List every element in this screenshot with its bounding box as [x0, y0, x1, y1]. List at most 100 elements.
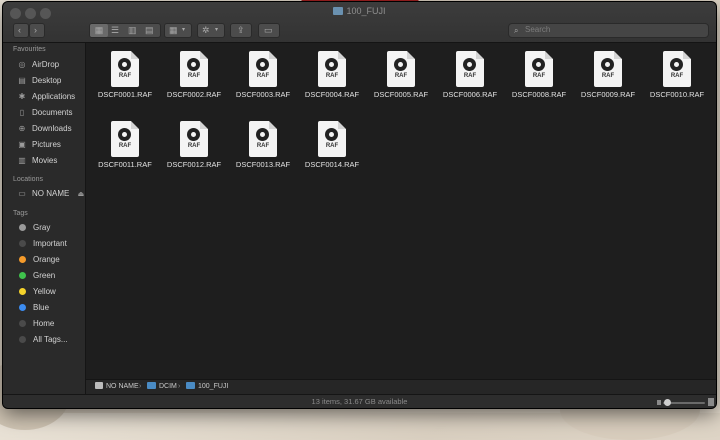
sidebar-item-label: NO NAME: [32, 189, 70, 198]
file-item[interactable]: RAF DSCF0002.RAF: [160, 47, 228, 109]
aperture-icon: [601, 58, 614, 71]
search-field[interactable]: ⌕ Search: [508, 23, 709, 38]
path-segment-dcim[interactable]: DCIM: [147, 380, 177, 394]
folder-icon: [333, 7, 344, 15]
file-item[interactable]: RAF DSCF0004.RAF: [298, 47, 366, 109]
file-item[interactable]: RAF DSCF0005.RAF: [367, 47, 435, 109]
sidebar-tag-orange[interactable]: Orange: [17, 254, 60, 266]
sidebar-item-airdrop[interactable]: ◎ AirDrop: [17, 59, 60, 71]
large-icon-size-icon: [708, 398, 714, 406]
back-button[interactable]: ‹: [13, 23, 29, 38]
sidebar-tag-blue[interactable]: Blue: [17, 302, 49, 314]
sidebar-item-pictures[interactable]: ▣ Pictures: [17, 139, 61, 151]
path-segment-label: DCIM: [159, 383, 177, 390]
tag-color-dot: [19, 320, 26, 327]
file-extension-label: RAF: [256, 143, 270, 149]
sidebar-item-label: Downloads: [32, 124, 72, 133]
sidebar-item-movies[interactable]: ▥ Movies: [17, 155, 57, 167]
sidebar-item-no-name[interactable]: ▭ NO NAME ⏏: [17, 188, 84, 200]
pictures-icon: ▣: [18, 140, 26, 149]
path-segment-100-fuji[interactable]: 100_FUJI: [186, 380, 228, 394]
icon-size-slider[interactable]: [663, 399, 705, 406]
sidebar-tag-gray[interactable]: Gray: [17, 222, 50, 234]
edit-tags-button[interactable]: ▭: [258, 23, 280, 38]
aperture-icon: [256, 128, 269, 141]
raf-file-icon: RAF: [249, 51, 277, 87]
sidebar-tag-home[interactable]: Home: [17, 318, 54, 330]
raf-file-icon: RAF: [387, 51, 415, 87]
sidebar-item-label: Green: [33, 271, 56, 280]
desktop-icon: ▤: [18, 76, 26, 85]
drive-icon: ▭: [18, 189, 26, 198]
tag-icon: ▭: [264, 25, 273, 35]
column-view-icon[interactable]: ▥: [128, 24, 137, 37]
sidebar-tag-important[interactable]: Important: [17, 238, 67, 250]
gallery-view-icon[interactable]: ▤: [145, 24, 154, 37]
sidebar-tag-yellow[interactable]: Yellow: [17, 286, 56, 298]
folder-icon: [186, 382, 195, 389]
finder-window: 100_FUJI ‹ › ▦ ☰ ▥ ▤ ▦ ▾ ✲ ▾ ⇪ ▭ ⌕ Searc…: [3, 2, 716, 408]
airdrop-icon: ◎: [18, 60, 26, 69]
file-extension-label: RAF: [187, 143, 201, 149]
forward-button[interactable]: ›: [29, 23, 45, 38]
chevron-down-icon: ▾: [182, 27, 186, 33]
sidebar-tag-green[interactable]: Green: [17, 270, 55, 282]
file-name: DSCF0006.RAF: [442, 90, 498, 99]
file-item[interactable]: RAF DSCF0001.RAF: [91, 47, 159, 109]
sidebar-item-label: Gray: [33, 223, 51, 232]
tag-color-dot: [19, 240, 26, 247]
tag-color-dot: [19, 272, 26, 279]
file-name: DSCF0011.RAF: [98, 160, 152, 169]
toolbar: 100_FUJI ‹ › ▦ ☰ ▥ ▤ ▦ ▾ ✲ ▾ ⇪ ▭ ⌕ Searc…: [3, 2, 716, 43]
sidebar-item-applications[interactable]: ✱ Applications: [17, 91, 76, 103]
sidebar-item-label: Documents: [32, 108, 73, 117]
file-extension-label: RAF: [118, 143, 132, 149]
file-name: DSCF0013.RAF: [235, 160, 291, 169]
path-segment-no-name[interactable]: NO NAME: [95, 380, 139, 394]
gear-icon: ✲: [202, 25, 210, 35]
file-item[interactable]: RAF DSCF0008.RAF: [505, 47, 573, 109]
file-item[interactable]: RAF DSCF0011.RAF: [91, 117, 159, 179]
action-button[interactable]: ✲ ▾: [197, 23, 225, 38]
eject-icon[interactable]: ⏏: [78, 191, 85, 198]
documents-icon: ▯: [19, 108, 25, 117]
raf-file-icon: RAF: [180, 121, 208, 157]
file-extension-label: RAF: [325, 143, 339, 149]
aperture-icon: [325, 128, 338, 141]
group-by-button[interactable]: ▦ ▾: [164, 23, 192, 38]
sidebar-item-label: Pictures: [32, 140, 61, 149]
aperture-icon: [118, 58, 131, 71]
aperture-icon: [463, 58, 476, 71]
sidebar-tag-all-tags[interactable]: All Tags...: [17, 334, 68, 346]
sidebar-item-downloads[interactable]: ⊕ Downloads: [17, 123, 72, 135]
file-item[interactable]: RAF DSCF0006.RAF: [436, 47, 504, 109]
aperture-icon: [256, 58, 269, 71]
sidebar-item-desktop[interactable]: ▤ Desktop: [17, 75, 61, 87]
file-item[interactable]: RAF DSCF0013.RAF: [229, 117, 297, 179]
file-item[interactable]: RAF DSCF0010.RAF: [643, 47, 711, 109]
sidebar-item-label: Applications: [32, 92, 76, 101]
slider-knob[interactable]: [664, 399, 671, 406]
file-item[interactable]: RAF DSCF0009.RAF: [574, 47, 642, 109]
sidebar-item-label: Yellow: [33, 287, 56, 296]
raf-file-icon: RAF: [111, 51, 139, 87]
list-view-icon[interactable]: ☰: [111, 24, 119, 37]
aperture-icon: [670, 58, 683, 71]
window-title-text: 100_FUJI: [346, 6, 386, 16]
icon-view-icon[interactable]: ▦: [90, 24, 108, 37]
sidebar-header-favourites: Favourites: [13, 46, 46, 53]
search-placeholder: Search: [525, 25, 551, 34]
tag-color-dot: [19, 256, 26, 263]
status-bar: 13 items, 31.67 GB available: [3, 394, 716, 408]
aperture-icon: [118, 128, 131, 141]
tag-color-dot: [19, 224, 26, 231]
share-button[interactable]: ⇪: [230, 23, 252, 38]
file-extension-label: RAF: [325, 73, 339, 79]
file-item[interactable]: RAF DSCF0012.RAF: [160, 117, 228, 179]
file-item[interactable]: RAF DSCF0014.RAF: [298, 117, 366, 179]
file-item[interactable]: RAF DSCF0003.RAF: [229, 47, 297, 109]
raf-file-icon: RAF: [594, 51, 622, 87]
file-extension-label: RAF: [256, 73, 270, 79]
sidebar-item-label: Desktop: [32, 76, 62, 85]
sidebar-item-documents[interactable]: ▯ Documents: [17, 107, 73, 119]
